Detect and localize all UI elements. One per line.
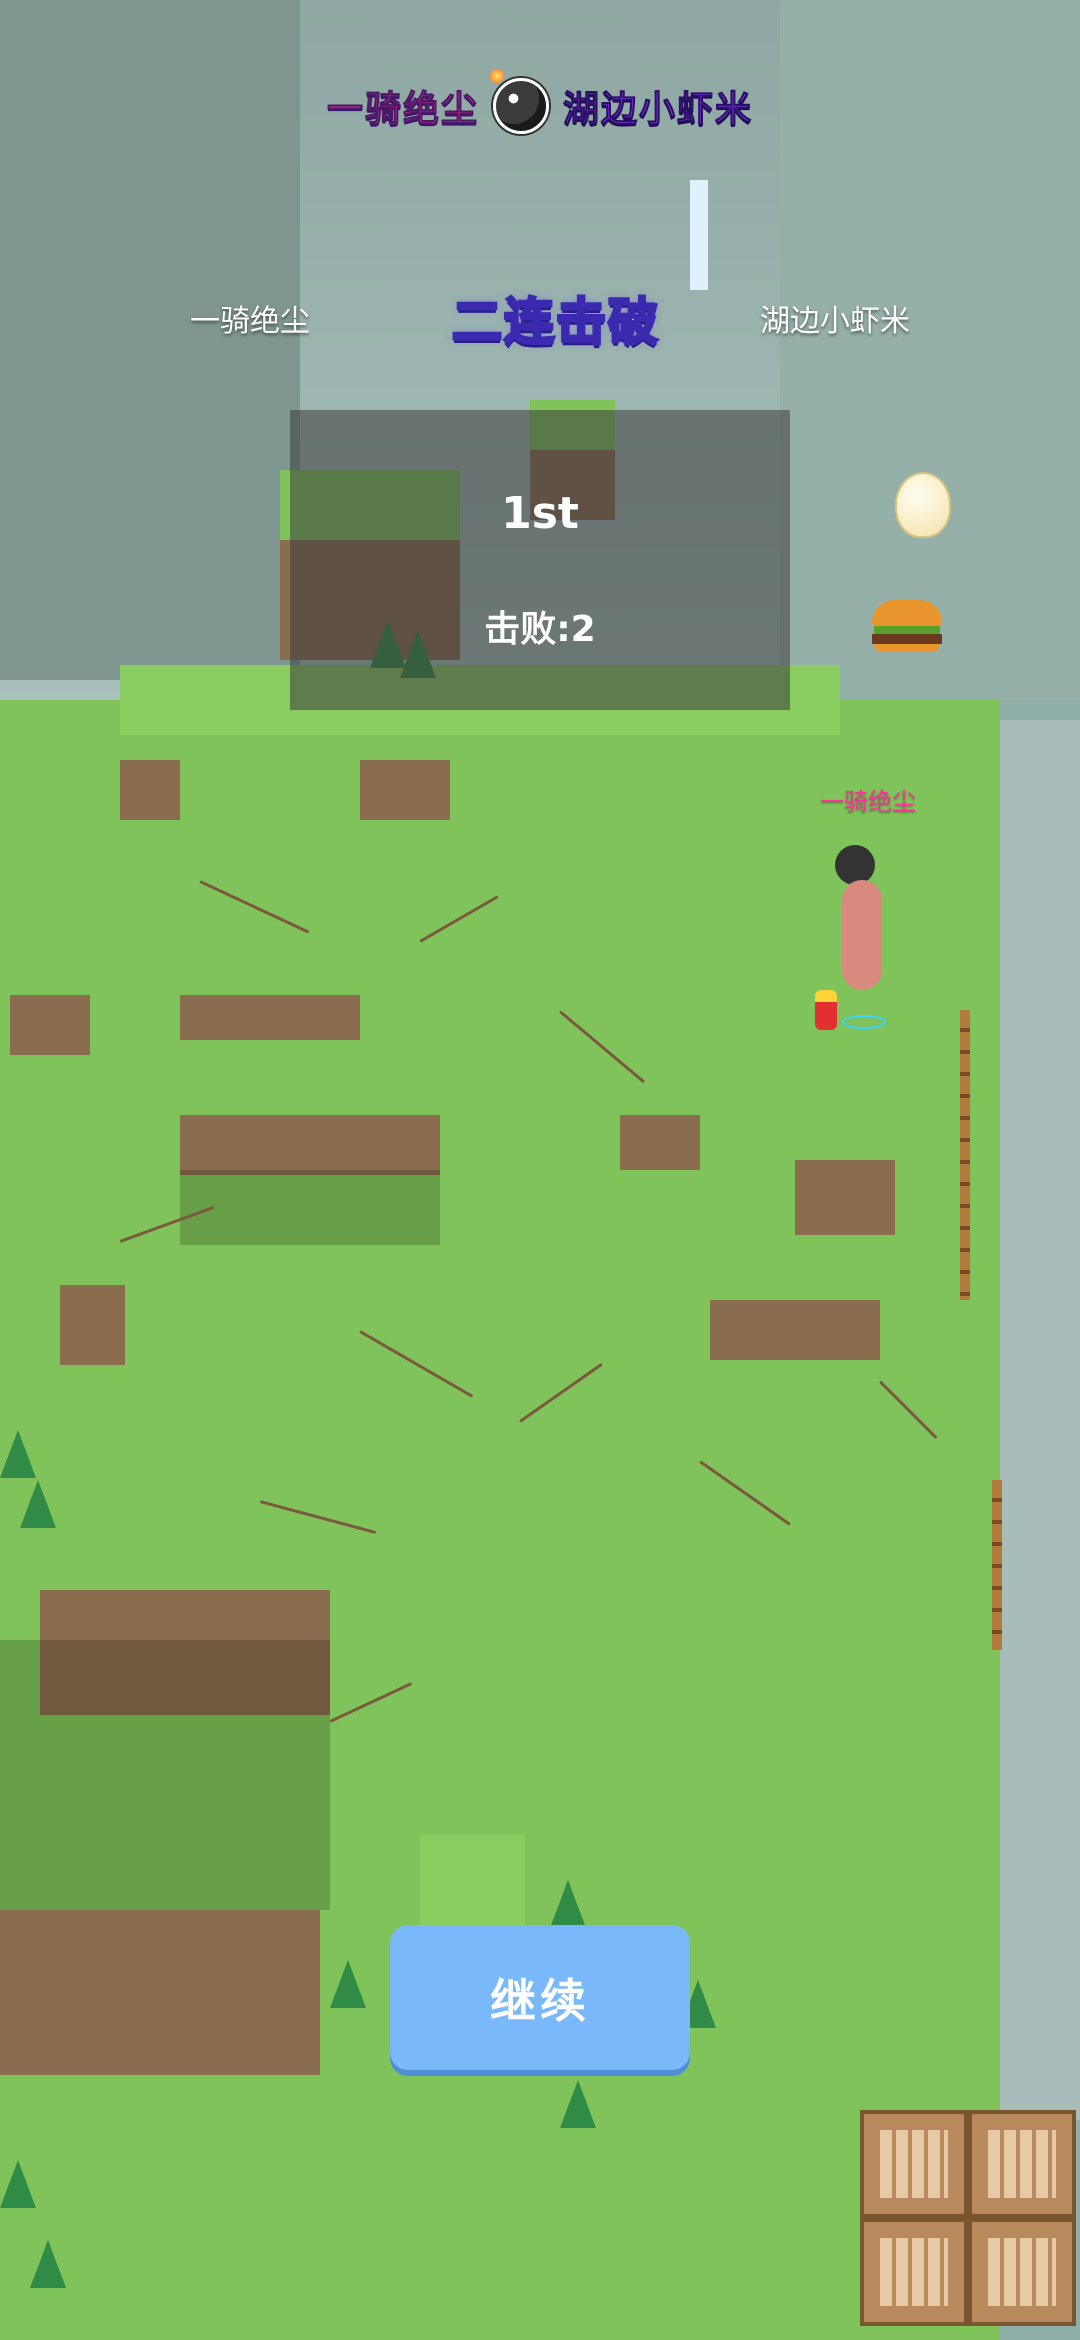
fence xyxy=(992,1480,1002,1650)
wooden-crate xyxy=(968,2110,1076,2218)
player-name-tag: 一骑绝尘 xyxy=(820,788,916,816)
kill-feed: 一骑绝尘 湖边小虾米 xyxy=(0,69,1080,134)
continue-button[interactable]: 继续 xyxy=(390,1925,690,2070)
right-cliff-lower xyxy=(1000,720,1080,2120)
defeat-count: 击败:2 xyxy=(484,609,596,650)
wooden-crate xyxy=(860,2218,968,2326)
player-character xyxy=(842,880,882,990)
player-weapon xyxy=(835,845,875,885)
shadow xyxy=(0,1640,330,1910)
egg-icon[interactable] xyxy=(895,472,951,538)
dirt-block xyxy=(795,1160,895,1235)
shadow xyxy=(180,1170,440,1245)
continue-button-label: 继续 xyxy=(490,1973,590,2028)
dynamite-icon xyxy=(815,990,837,1030)
pine-tree xyxy=(20,1480,56,1528)
combo-label: 二连击破 xyxy=(451,292,660,353)
versus-bar: 一骑绝尘 二连击破 湖边小虾米 xyxy=(0,282,1080,353)
fence xyxy=(960,1010,970,1300)
wooden-crate xyxy=(860,2110,968,2218)
killfeed-victim: 湖边小虾米 xyxy=(562,89,754,131)
dirt-block xyxy=(10,995,90,1055)
waterfall xyxy=(690,180,708,290)
dirt-block xyxy=(180,995,360,1040)
dirt-block xyxy=(180,1115,440,1175)
dirt-block xyxy=(120,760,180,820)
dirt-cliff xyxy=(0,1910,320,2075)
killfeed-attacker: 一骑绝尘 xyxy=(326,89,479,131)
dirt-block xyxy=(60,1285,125,1365)
versus-left-player: 一骑绝尘 xyxy=(190,304,310,339)
pine-tree xyxy=(330,1960,366,2008)
pine-tree xyxy=(30,2240,66,2288)
pine-tree xyxy=(560,2080,596,2128)
dirt-block xyxy=(710,1300,880,1360)
wooden-crate xyxy=(968,2218,1076,2326)
bomb-icon xyxy=(490,69,549,134)
result-panel: 1st 击败:2 xyxy=(290,410,790,710)
pine-tree xyxy=(550,1880,586,1928)
rank-label: 1st xyxy=(501,488,579,539)
pine-tree xyxy=(0,2160,36,2208)
player-ring xyxy=(842,1015,886,1029)
pine-tree xyxy=(0,1430,36,1478)
grass-tile xyxy=(420,1835,525,1925)
burger-icon[interactable] xyxy=(872,600,942,652)
dirt-block xyxy=(360,760,450,820)
dirt-block xyxy=(620,1115,700,1170)
versus-right-player: 湖边小虾米 xyxy=(760,304,910,339)
